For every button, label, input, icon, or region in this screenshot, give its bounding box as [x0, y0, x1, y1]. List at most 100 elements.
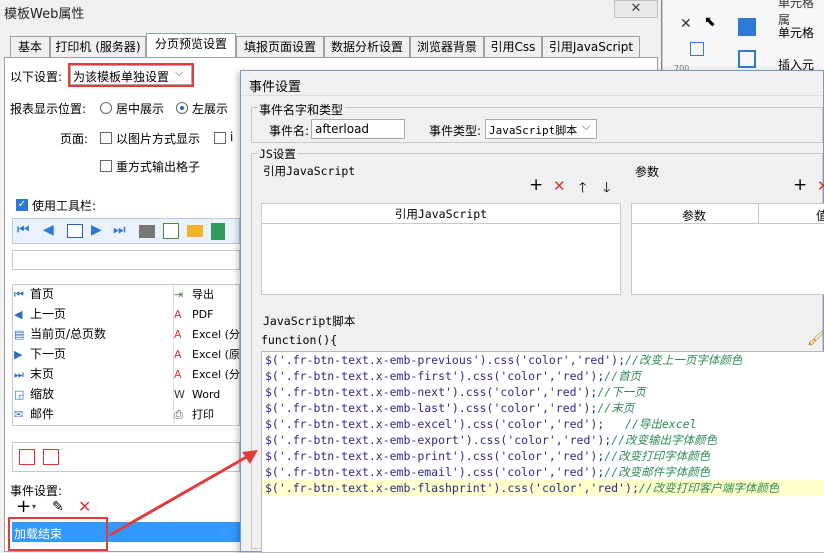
- export-icon: ⇥: [174, 288, 184, 301]
- list-item[interactable]: ⏮ 首页: [14, 284, 170, 304]
- list-item[interactable]: ◲ 缩放: [14, 384, 170, 404]
- list-item[interactable]: ◀ 上一页: [14, 304, 170, 324]
- last-page-icon[interactable]: ⏭: [113, 222, 126, 238]
- first-page-icon[interactable]: ⏮: [17, 222, 30, 238]
- list-item[interactable]: ⇥ 导出: [174, 284, 240, 304]
- event-type-select[interactable]: JavaScript脚本 ⌵: [485, 119, 597, 139]
- event-dialog-title: 事件设置: [249, 80, 302, 95]
- event-type-label: 事件类型:: [429, 124, 482, 138]
- delete-icon[interactable]: ✕: [78, 497, 91, 516]
- tab-browser-bg[interactable]: 浏览器背景: [410, 36, 484, 58]
- setting-select[interactable]: 为该模板单独设置 ⌵: [70, 65, 192, 85]
- list-item[interactable]: A Excel (原: [174, 344, 240, 364]
- print-icon[interactable]: [139, 225, 155, 238]
- list-item-label: 上一页: [30, 307, 67, 321]
- panel-icon[interactable]: [690, 42, 704, 56]
- list-item[interactable]: ▶ 下一页: [14, 344, 170, 364]
- as-image-label: 以图片方式显示: [116, 132, 201, 146]
- cursor-icon[interactable]: ⬉: [704, 14, 716, 30]
- prev-page-icon[interactable]: ◀: [43, 222, 54, 238]
- delete-param-icon[interactable]: ✕: [817, 177, 824, 195]
- params-table: 参数 值: [631, 203, 824, 295]
- list-item-label: 首页: [30, 287, 55, 301]
- event-type-value: JavaScript脚本: [489, 124, 578, 137]
- params-header-row: [632, 204, 824, 224]
- params-header-name: 参数: [682, 209, 707, 223]
- list-item-label: 打印: [192, 408, 214, 421]
- list-item[interactable]: A PDF: [174, 304, 240, 324]
- event-setting-dialog: 事件设置 事件名字和类型 事件名: afterload 事件类型: JavaSc…: [240, 70, 824, 553]
- tab-ref-javascript[interactable]: 引用JavaScript: [542, 36, 640, 58]
- list-item[interactable]: A Excel (分: [174, 364, 240, 384]
- tab-ref-css[interactable]: 引用Css: [484, 36, 542, 58]
- current-page-icon[interactable]: [67, 224, 83, 238]
- code-line: $('.fr-btn-text.x-emb-email').css('color…: [265, 464, 821, 480]
- export-icon[interactable]: [163, 223, 179, 239]
- list-item[interactable]: A Excel (分: [174, 324, 240, 344]
- code-comment: //末页: [597, 401, 635, 415]
- excel-icon: A: [174, 328, 182, 341]
- email-icon[interactable]: [187, 225, 203, 237]
- repeat-output-checkbox[interactable]: [100, 160, 112, 172]
- tab-printer[interactable]: 打印机 (服务器): [50, 36, 146, 58]
- edit-icon[interactable]: ✎: [52, 499, 64, 515]
- add-param-icon[interactable]: +: [793, 177, 807, 194]
- add-icon[interactable]: +: [16, 498, 31, 516]
- list-item[interactable]: ✉ 邮件: [14, 404, 170, 424]
- right-panel: 单元格属 ✕ ⬉ 单元格 插入元素 700: [662, 0, 824, 89]
- as-image-checkbox[interactable]: [100, 132, 112, 144]
- event-name-input[interactable]: afterload: [311, 119, 405, 139]
- tab-basic[interactable]: 基本: [10, 36, 50, 58]
- function-header: function(){: [261, 333, 338, 347]
- excel-icon[interactable]: [211, 223, 225, 240]
- current-page-icon: ▤: [14, 328, 25, 341]
- add-dropdown-icon[interactable]: ▾: [32, 502, 36, 511]
- list-item-label: 导出: [192, 288, 214, 301]
- list-item[interactable]: ⎙ 打印: [174, 404, 240, 424]
- extra-checkbox[interactable]: [214, 132, 226, 144]
- params-header-value: 值: [816, 209, 824, 223]
- close-button[interactable]: ✕: [614, 0, 658, 18]
- code-comment: //改变邮件字体颜色: [604, 465, 711, 479]
- move-up-icon[interactable]: 🡑: [579, 177, 586, 201]
- code-line: $('.fr-btn-text.x-emb-previous').css('co…: [265, 352, 821, 368]
- add-ref-icon[interactable]: +: [529, 177, 543, 194]
- setting-label: 以下设置:: [10, 70, 63, 84]
- event-name-label: 事件名:: [269, 124, 310, 138]
- tab-fill-page[interactable]: 填报页面设置: [236, 36, 324, 58]
- list-item[interactable]: ⏭ 末页: [14, 364, 170, 384]
- radio-left[interactable]: [176, 102, 188, 114]
- event-item[interactable]: 加载结束: [14, 525, 62, 542]
- insert-icon[interactable]: [738, 50, 756, 68]
- page-label: 页面:: [60, 132, 89, 146]
- pdf-icon[interactable]: [19, 449, 35, 465]
- name-type-section: 事件名字和类型: [257, 101, 346, 118]
- list-item[interactable]: ▤ 当前页/总页数: [14, 324, 170, 344]
- cell-item[interactable]: 单元格: [778, 24, 814, 41]
- delete-ref-icon[interactable]: ✕: [553, 177, 566, 195]
- radio-center-label: 居中展示: [116, 102, 165, 116]
- list-item[interactable]: W Word: [174, 384, 240, 404]
- close-icon[interactable]: ✕: [680, 16, 692, 32]
- list-item-label: Word: [192, 388, 221, 401]
- use-toolbar-checkbox[interactable]: ✓: [16, 199, 28, 211]
- code-line: $('.fr-btn-text.x-emb-next').css('color'…: [265, 384, 821, 400]
- code-statement: $('.fr-btn-text.x-emb-export').css('colo…: [265, 433, 612, 447]
- code-statement: $('.fr-btn-text.x-emb-flashprint').css('…: [265, 481, 639, 495]
- code-comment: //下一页: [597, 385, 646, 399]
- list-item-label: Excel (分: [192, 328, 240, 341]
- email-icon: ✉: [14, 408, 24, 421]
- next-page-icon[interactable]: ▶: [91, 222, 102, 238]
- radio-center[interactable]: [100, 102, 112, 114]
- cell-grid-icon[interactable]: [738, 18, 756, 36]
- excel-icon: A: [174, 348, 182, 361]
- format-brush-icon[interactable]: 🖌: [807, 331, 824, 347]
- flash-print-icon[interactable]: [43, 449, 59, 465]
- move-down-icon[interactable]: 🡓: [603, 177, 610, 201]
- code-comment: //改变打印客户端字体颜色: [638, 481, 780, 495]
- tab-pagination-preview[interactable]: 分页预览设置: [146, 33, 236, 58]
- tab-data-analysis[interactable]: 数据分析设置: [324, 36, 410, 58]
- script-label: JavaScript脚本: [263, 314, 356, 328]
- toolbar-preview: ⏮ ◀ ▶ ⏭: [12, 218, 240, 244]
- code-line: $('.fr-btn-text.x-emb-print').css('color…: [265, 448, 821, 464]
